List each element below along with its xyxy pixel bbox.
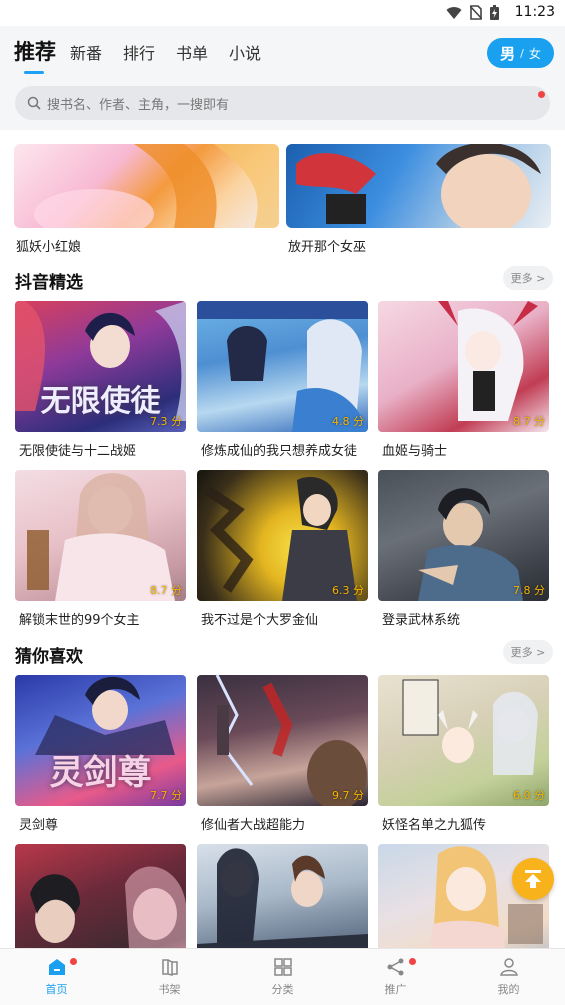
banner-art: [34, 144, 279, 228]
search-bar[interactable]: 搜书名、作者、主角，一搜即有: [15, 86, 550, 120]
grid-icon: [273, 958, 292, 976]
nav-profile[interactable]: 我的: [452, 949, 565, 1005]
search-placeholder: 搜书名、作者、主角，一搜即有: [47, 97, 230, 113]
bookshelf-icon: [161, 959, 178, 976]
badge-dot: [409, 958, 417, 965]
comic-cover: 7.8 分: [378, 470, 549, 601]
comic-cover: 无限使徒 7.3 分: [15, 301, 186, 432]
nav-label: 推广: [384, 983, 407, 996]
comic-title: 血姬与骑士: [382, 444, 448, 459]
wifi-icon: [446, 6, 462, 19]
rating-score: 9.7 分: [332, 789, 364, 802]
user-icon: [499, 958, 518, 976]
search-icon: [27, 96, 41, 110]
battery-icon: [490, 5, 499, 20]
gender-toggle[interactable]: 男 / 女: [487, 38, 554, 68]
no-sim-icon: [470, 5, 482, 20]
rating-score: 7.8 分: [513, 584, 545, 597]
comic-cover: [15, 844, 186, 948]
tab-novel[interactable]: 小说: [229, 42, 261, 66]
nav-bookshelf[interactable]: 书架: [113, 949, 226, 1005]
nav-promote[interactable]: 推广: [339, 949, 452, 1005]
comic-card[interactable]: 8.7 分 血姬与骑士: [378, 301, 549, 459]
more-button[interactable]: 更多 >: [503, 640, 553, 664]
top-header: 推荐 新番 排行 书单 小说 男 / 女 搜书名、作者、主角，一搜即有: [0, 26, 565, 130]
tab-ranking[interactable]: 排行: [123, 42, 155, 66]
comic-card[interactable]: [15, 844, 186, 948]
comic-title: 登录武林系统: [382, 613, 461, 628]
comic-card[interactable]: 6.0 分 妖怪名单之九狐传: [378, 675, 549, 833]
comic-card[interactable]: 6.3 分 我不过是个大罗金仙: [197, 470, 368, 628]
comic-card[interactable]: 灵剑尊 7.7 分 灵剑尊: [15, 675, 186, 833]
rating-score: 4.8 分: [332, 415, 364, 428]
banner-title-2[interactable]: 放开那个女巫: [288, 236, 366, 255]
home-icon: [48, 959, 65, 975]
back-to-top-button[interactable]: [512, 858, 554, 900]
comic-title: 妖怪名单之九狐传: [382, 818, 487, 833]
gender-separator: /: [520, 46, 524, 60]
comic-cover: 8.7 分: [378, 301, 549, 432]
rating-score: 7.3 分: [150, 415, 182, 428]
nav-home[interactable]: 首页: [0, 949, 113, 1005]
share-icon: [387, 958, 403, 976]
tab-recommend[interactable]: 推荐: [14, 38, 56, 74]
banner-card-2[interactable]: [286, 144, 551, 228]
comic-title: 无限使徒与十二战姬: [19, 444, 137, 459]
banner-title-1[interactable]: 狐妖小红娘: [16, 236, 81, 255]
nav-label: 书架: [158, 983, 181, 996]
comic-cover: 灵剑尊 7.7 分: [15, 675, 186, 806]
tab-booklist[interactable]: 书单: [176, 42, 208, 66]
banner-card-1[interactable]: [14, 144, 279, 228]
section-title-guess: 猜你喜欢: [15, 647, 83, 667]
rating-score: 7.7 分: [150, 789, 182, 802]
notification-dot: [538, 91, 545, 98]
nav-label: 首页: [45, 983, 68, 996]
comic-card[interactable]: 4.8 分 修炼成仙的我只想养成女徒: [197, 301, 368, 459]
tab-new[interactable]: 新番: [70, 42, 102, 66]
nav-label: 我的: [497, 983, 520, 996]
comic-cover: 4.8 分: [197, 301, 368, 432]
cover-art: [197, 848, 368, 948]
status-icons: [446, 5, 499, 20]
rating-score: 6.0 分: [513, 789, 545, 802]
comic-cover: 9.7 分: [197, 675, 368, 806]
comic-cover: 6.0 分: [378, 675, 549, 806]
nav-label: 分类: [271, 983, 294, 996]
rating-score: 8.7 分: [150, 584, 182, 597]
section-title-douyin: 抖音精选: [15, 273, 83, 293]
arrow-up-icon: [525, 870, 541, 888]
comic-title: 修炼成仙的我只想养成女徒: [201, 444, 358, 459]
comic-cover: 6.3 分: [197, 470, 368, 601]
gender-male-label: 男: [500, 44, 516, 63]
clock: 11:23: [514, 4, 555, 20]
comic-title: 灵剑尊: [19, 818, 59, 833]
gender-female-label: 女: [528, 46, 541, 61]
comic-title: 解锁末世的99个女主: [19, 613, 140, 628]
comic-card[interactable]: 8.7 分 解锁末世的99个女主: [15, 470, 186, 628]
comic-card[interactable]: 9.7 分 修仙者大战超能力: [197, 675, 368, 833]
nav-category[interactable]: 分类: [226, 949, 339, 1005]
more-button[interactable]: 更多 >: [503, 266, 553, 290]
content-feed[interactable]: 狐妖小红娘 放开那个女巫 抖音精选 更多 > 无限使徒 7.3 分 无限使徒与十…: [0, 130, 565, 948]
comic-title: 修仙者大战超能力: [201, 818, 306, 833]
badge-dot: [70, 958, 78, 965]
comic-card[interactable]: 无限使徒 7.3 分 无限使徒与十二战姬: [15, 301, 186, 459]
category-tabs: 推荐 新番 排行 书单 小说: [14, 38, 282, 74]
cover-art: [30, 866, 186, 948]
comic-cover: 8.7 分: [15, 470, 186, 601]
comic-card[interactable]: 7.8 分 登录武林系统: [378, 470, 549, 628]
status-bar: 11:23: [0, 0, 565, 26]
comic-title: 我不过是个大罗金仙: [201, 613, 319, 628]
banner-art: [296, 144, 541, 228]
bottom-nav: 首页 书架 分类 推广 我的: [0, 948, 565, 1005]
rating-score: 6.3 分: [332, 584, 364, 597]
rating-score: 8.7 分: [513, 415, 545, 428]
comic-cover: [197, 844, 368, 948]
comic-card[interactable]: [197, 844, 368, 948]
